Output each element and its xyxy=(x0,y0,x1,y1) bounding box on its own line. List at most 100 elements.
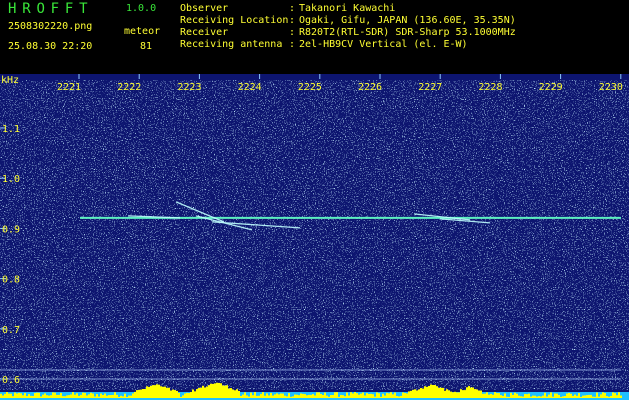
power-bar-segment xyxy=(508,396,510,398)
power-bar-segment xyxy=(58,394,60,398)
power-bar-segment xyxy=(78,395,80,398)
power-bar-segment xyxy=(162,386,164,398)
power-bar-segment xyxy=(250,392,252,398)
power-bar-segment xyxy=(120,395,122,398)
power-bar-segment xyxy=(496,393,498,398)
power-bar-segment xyxy=(610,395,612,398)
power-bar-segment xyxy=(576,395,578,398)
power-bar-segment xyxy=(24,393,26,398)
power-bar-segment xyxy=(394,392,396,398)
power-bar-segment xyxy=(612,392,614,398)
power-bar-segment xyxy=(106,395,108,398)
power-bar-segment xyxy=(534,395,536,398)
time-tick-label: 2227 xyxy=(418,82,442,93)
power-bar-segment xyxy=(466,387,468,398)
power-bar-segment xyxy=(222,385,224,398)
power-bar-segment xyxy=(356,393,358,398)
power-bar-segment xyxy=(532,395,534,398)
power-bar-segment xyxy=(270,392,272,398)
power-bar-segment xyxy=(210,383,212,398)
power-bar-segment xyxy=(570,393,572,398)
power-bar-segment xyxy=(240,395,242,398)
power-bar-segment xyxy=(52,392,54,398)
power-bar-segment xyxy=(20,393,22,398)
location-value: Ogaki, Gifu, JAPAN (136.60E, 35.35N) xyxy=(299,15,516,26)
power-bar-segment xyxy=(218,382,220,398)
power-bar-segment xyxy=(370,393,372,398)
power-bar-segment xyxy=(342,395,344,398)
power-bar-segment xyxy=(292,396,294,398)
power-bar-segment xyxy=(294,394,296,398)
power-bar-segment xyxy=(30,395,32,398)
y-tick-label: 0.9 xyxy=(2,224,20,235)
power-bar-segment xyxy=(308,394,310,398)
power-bar-segment xyxy=(436,386,438,398)
observer-colon: : xyxy=(289,3,296,14)
power-bar-segment xyxy=(68,395,70,398)
power-bar-segment xyxy=(168,387,170,398)
power-bar-segment xyxy=(468,386,470,398)
power-bar-segment xyxy=(108,395,110,398)
power-bar-segment xyxy=(92,393,94,398)
power-bar-segment xyxy=(490,393,492,398)
power-bar-segment xyxy=(404,393,406,398)
power-bar-segment xyxy=(280,393,282,398)
time-tick-label: 2221 xyxy=(57,82,81,93)
power-bar-segment xyxy=(174,390,176,398)
power-bar-segment xyxy=(472,387,474,398)
power-bar-segment xyxy=(384,395,386,398)
power-bar-segment xyxy=(408,391,410,398)
power-bar-segment xyxy=(258,395,260,398)
power-bar-segment xyxy=(580,396,582,398)
power-bar-segment xyxy=(136,390,138,398)
power-bar-segment xyxy=(504,393,506,398)
power-bar-segment xyxy=(516,393,518,398)
power-bar-segment xyxy=(178,392,180,398)
power-bar-segment xyxy=(476,389,478,398)
power-bar-segment xyxy=(434,384,436,398)
time-tick-label: 2223 xyxy=(177,82,201,93)
power-bar-segment xyxy=(12,396,14,398)
power-bar-segment xyxy=(360,393,362,398)
receiver-label: Receiver xyxy=(180,27,229,38)
power-bar-segment xyxy=(470,387,472,398)
power-bar-segment xyxy=(526,394,528,398)
power-bar-segment xyxy=(190,392,192,398)
power-bar-segment xyxy=(506,396,508,398)
power-bar-segment xyxy=(548,394,550,398)
power-bar-segment xyxy=(348,395,350,398)
power-bar-segment xyxy=(72,392,74,398)
power-bar-segment xyxy=(542,395,544,398)
power-bar-segment xyxy=(112,394,114,398)
power-bar-segment xyxy=(390,392,392,398)
power-bar-segment xyxy=(380,396,382,398)
power-bar-segment xyxy=(594,396,596,398)
power-bar-segment xyxy=(96,394,98,398)
power-bar-segment xyxy=(170,390,172,398)
power-bar-segment xyxy=(596,392,598,398)
power-bar-segment xyxy=(256,395,258,398)
power-bar-segment xyxy=(432,384,434,398)
power-bar-segment xyxy=(482,393,484,398)
power-bar-segment xyxy=(110,394,112,398)
power-bar-segment xyxy=(488,394,490,398)
power-bar-segment xyxy=(334,392,336,398)
power-bar-segment xyxy=(324,392,326,398)
power-bar-segment xyxy=(336,392,338,398)
power-bar-segment xyxy=(480,390,482,398)
power-bar-segment xyxy=(6,392,8,398)
power-bar-segment xyxy=(0,393,2,398)
power-bar-segment xyxy=(186,392,188,398)
power-bar-segment xyxy=(248,396,250,398)
power-bar-segment xyxy=(232,389,234,398)
power-bar-segment xyxy=(208,385,210,398)
antenna-label: Receiving antenna xyxy=(180,39,283,50)
power-bar-segment xyxy=(242,394,244,398)
power-bar-segment xyxy=(500,395,502,398)
power-bar-segment xyxy=(198,387,200,398)
power-bar-segment xyxy=(458,392,460,398)
power-bar-segment xyxy=(156,384,158,398)
time-tick-label: 2226 xyxy=(358,82,382,93)
power-bar-segment xyxy=(228,388,230,398)
power-bar-segment xyxy=(188,393,190,398)
